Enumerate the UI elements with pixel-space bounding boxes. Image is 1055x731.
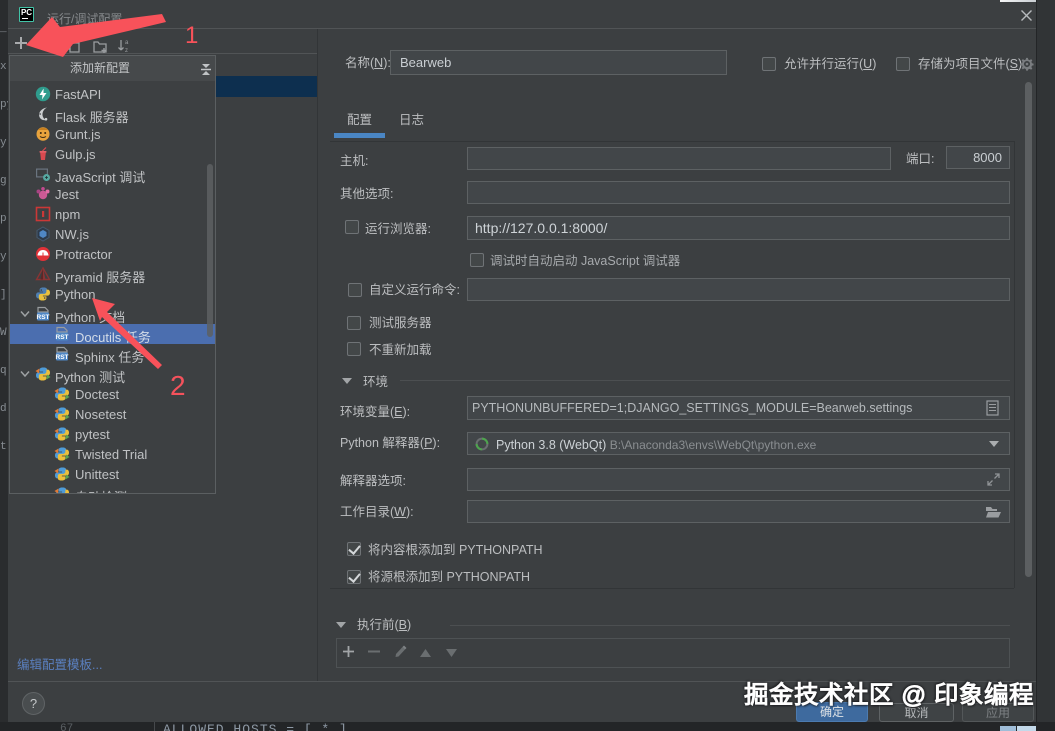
svg-text:RST: RST xyxy=(56,354,69,361)
svg-text:z: z xyxy=(125,48,128,53)
svg-text:RST: RST xyxy=(56,334,69,341)
svg-text:RST: RST xyxy=(37,314,50,321)
svg-text:a: a xyxy=(125,40,129,46)
